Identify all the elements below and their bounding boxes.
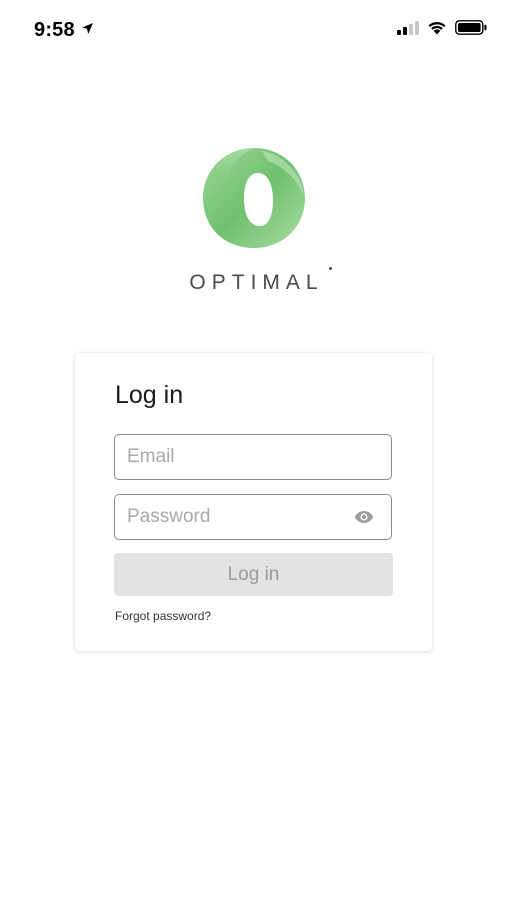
password-input[interactable] bbox=[127, 495, 347, 539]
login-button[interactable]: Log in bbox=[114, 553, 393, 596]
cellular-signal-icon bbox=[397, 20, 419, 40]
password-field[interactable] bbox=[114, 494, 392, 540]
brand-logo: OPTIMAL bbox=[0, 145, 507, 295]
status-time: 9:58 bbox=[34, 19, 75, 41]
wifi-icon bbox=[427, 20, 447, 40]
brand-wordmark: OPTIMAL bbox=[183, 267, 332, 295]
login-screen: 9:58 OPTIMAL Log in Email Log in Forgot … bbox=[0, 0, 507, 900]
battery-icon bbox=[455, 20, 487, 40]
trademark-dot bbox=[328, 267, 332, 270]
status-bar-left: 9:58 bbox=[34, 19, 94, 42]
status-bar-right bbox=[397, 20, 487, 40]
login-card: Log in Log in Forgot password? bbox=[75, 353, 432, 651]
email-field[interactable] bbox=[114, 434, 392, 480]
location-arrow-icon bbox=[81, 22, 94, 40]
email-input[interactable] bbox=[127, 435, 347, 479]
forgot-password-link[interactable]: Forgot password? bbox=[115, 609, 211, 623]
eye-icon[interactable] bbox=[353, 508, 375, 526]
login-title: Log in bbox=[115, 381, 184, 409]
status-bar: 9:58 bbox=[0, 0, 507, 62]
brand-name: OPTIMAL bbox=[189, 271, 324, 294]
optimal-logo-icon bbox=[198, 145, 310, 251]
